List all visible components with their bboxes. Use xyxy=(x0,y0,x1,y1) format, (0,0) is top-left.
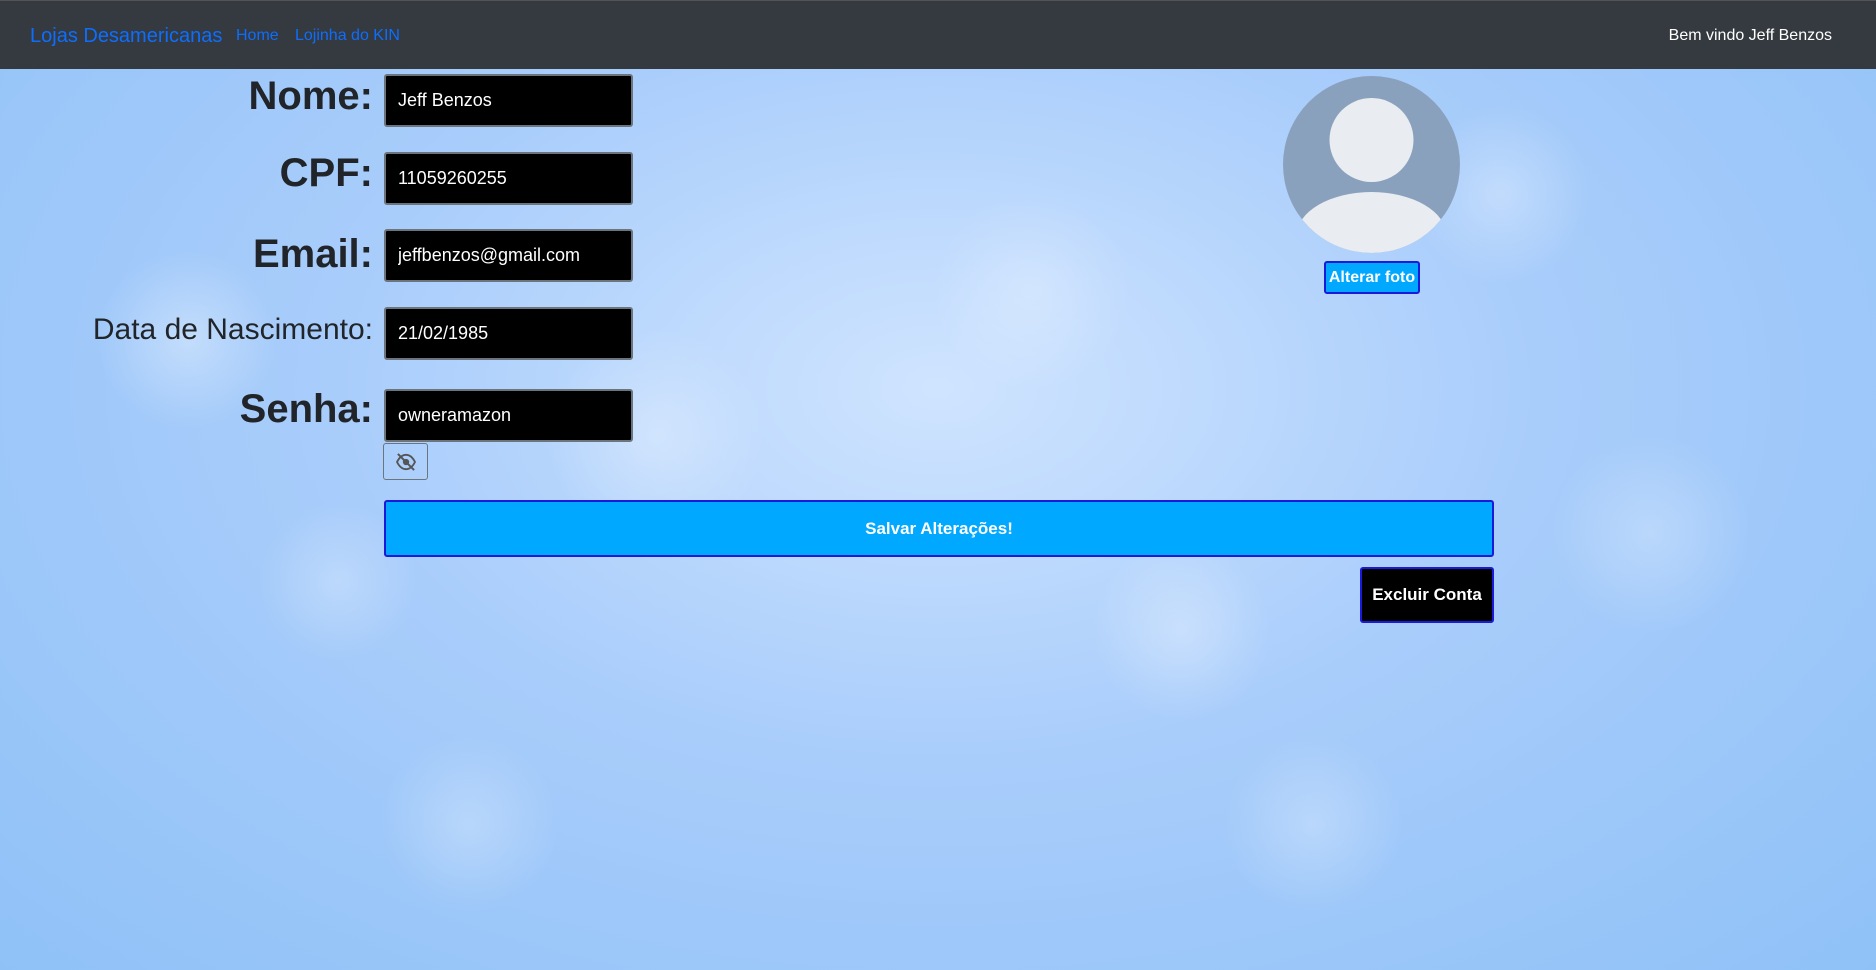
avatar xyxy=(1283,76,1460,253)
change-photo-button[interactable]: Alterar foto xyxy=(1324,261,1420,294)
default-user-avatar-icon xyxy=(1296,98,1447,253)
toggle-password-button[interactable] xyxy=(383,443,428,480)
nome-label: Nome: xyxy=(248,74,373,118)
email-input[interactable] xyxy=(384,229,633,282)
nascimento-label: Data de Nascimento: xyxy=(92,313,373,346)
nome-input[interactable] xyxy=(384,74,633,127)
nascimento-input[interactable] xyxy=(384,307,633,360)
cpf-input[interactable] xyxy=(384,152,633,205)
email-label: Email: xyxy=(252,232,373,276)
save-changes-button[interactable]: Salvar Alterações! xyxy=(384,500,1494,557)
eye-slash-icon xyxy=(395,452,416,471)
navbar: Lojas Desamericanas Home Lojinha do KIN … xyxy=(0,0,1876,69)
nav-home-link[interactable]: Home xyxy=(236,27,279,45)
senha-input[interactable] xyxy=(384,389,633,442)
delete-account-button[interactable]: Excluir Conta xyxy=(1360,567,1494,623)
cpf-label: CPF: xyxy=(279,151,373,195)
nav-lojinha-link[interactable]: Lojinha do KIN xyxy=(295,27,400,45)
senha-label: Senha: xyxy=(239,387,373,431)
brand-link[interactable]: Lojas Desamericanas xyxy=(30,25,222,48)
welcome-text: Bem vindo Jeff Benzos xyxy=(1668,27,1832,44)
